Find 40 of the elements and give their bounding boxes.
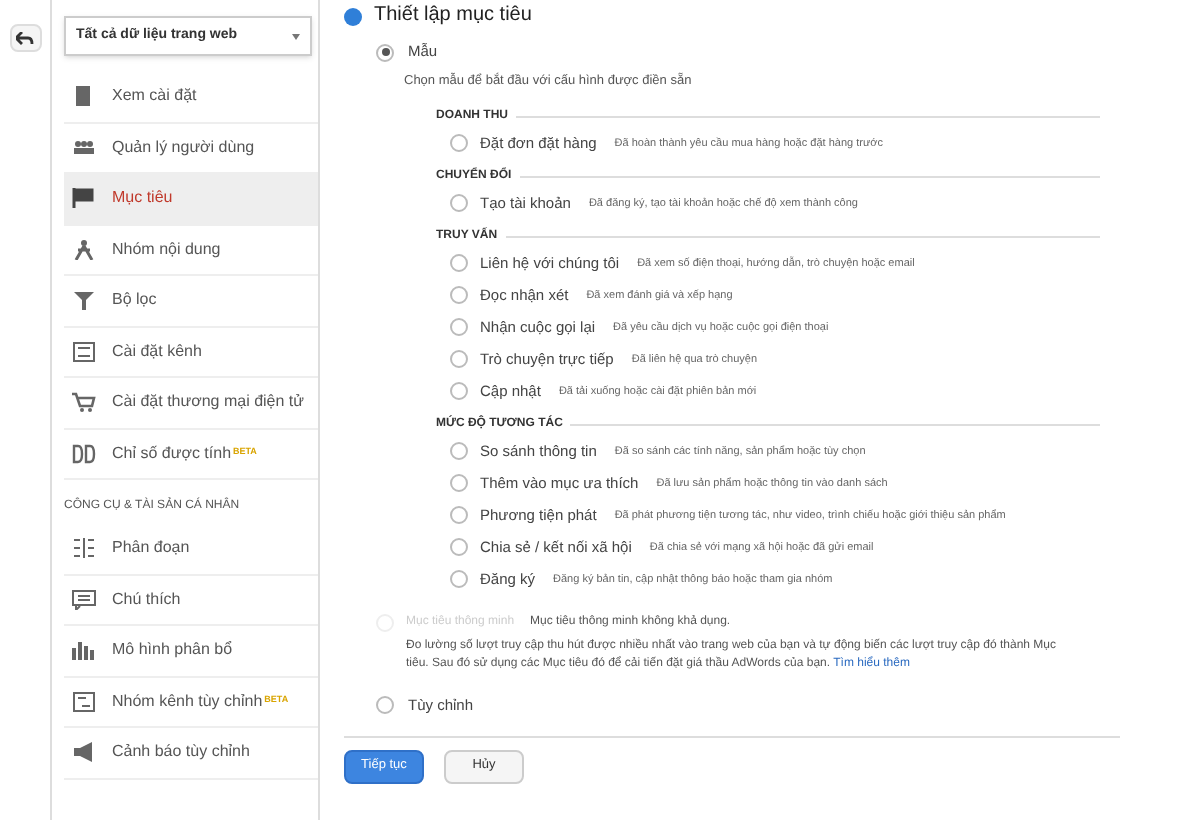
- document-icon: [72, 86, 96, 107]
- filter-icon: [72, 290, 96, 311]
- radio-button[interactable]: [450, 506, 468, 525]
- bar-chart-icon: [72, 640, 96, 661]
- people-icon: [72, 137, 96, 158]
- sidebar-item[interactable]: Phân đoạn: [64, 524, 318, 575]
- radio-button[interactable]: [450, 286, 468, 305]
- radio-button[interactable]: [450, 350, 468, 369]
- radio-button[interactable]: [450, 474, 468, 493]
- sidebar-item[interactable]: Cài đặt kênh: [64, 327, 318, 378]
- radio-button[interactable]: [450, 442, 468, 461]
- person-icon: [72, 239, 96, 260]
- sidebar-item[interactable]: Xem cài đặt: [64, 72, 318, 123]
- sidebar-item[interactable]: Cảnh báo tùy chỉnh: [64, 728, 318, 779]
- caret-icon: [292, 33, 300, 39]
- back-arrow-icon: [16, 31, 34, 45]
- comment-icon: [72, 589, 96, 610]
- radio-button[interactable]: [450, 318, 468, 337]
- sidebar-item[interactable]: Mục tiêu: [64, 174, 318, 225]
- back-button[interactable]: [9, 24, 41, 52]
- sidebar-item[interactable]: Chú thích: [64, 575, 318, 626]
- dd-glyph-icon: [72, 443, 96, 464]
- flag-icon: [72, 188, 96, 209]
- sidebar-item[interactable]: Nhóm nội dung: [64, 225, 318, 276]
- cart-icon: [72, 392, 96, 413]
- radio-button[interactable]: [450, 134, 468, 153]
- radio-button[interactable]: [450, 570, 468, 589]
- radio-button[interactable]: [450, 538, 468, 557]
- megaphone-icon: [72, 742, 96, 763]
- radio-button[interactable]: [376, 43, 394, 61]
- radio-button[interactable]: [376, 696, 394, 715]
- sidebar-item[interactable]: Bộ lọc: [64, 276, 318, 327]
- step-indicator: [344, 7, 362, 25]
- radio-button[interactable]: [450, 194, 468, 213]
- step-title: Thiết lập mục tiêu: [374, 6, 532, 26]
- sidebar-item[interactable]: Cài đặt thương mại điện tử: [64, 378, 318, 429]
- columns-icon: [72, 538, 96, 559]
- radio-button[interactable]: [450, 254, 468, 273]
- sidebar-item[interactable]: Mô hình phân bổ: [64, 626, 318, 677]
- radio-button[interactable]: [450, 382, 468, 401]
